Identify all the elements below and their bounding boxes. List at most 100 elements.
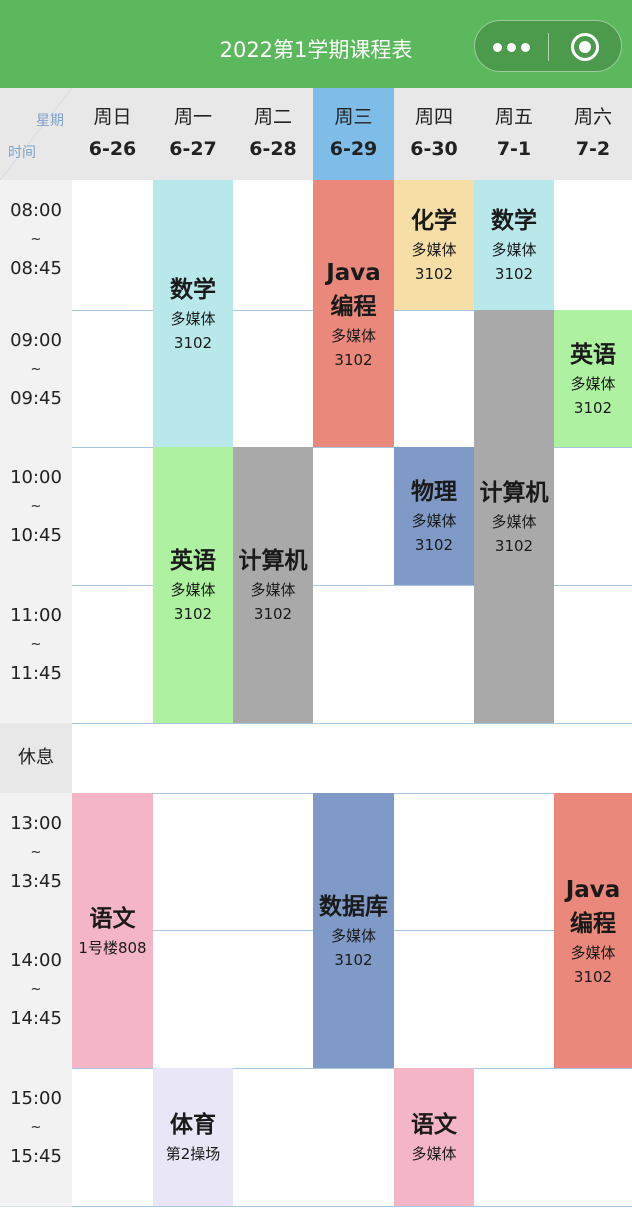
day-name: 周一	[173, 106, 212, 128]
period-separator: ~	[30, 845, 42, 860]
title-bar: 2022第1学期课程表	[0, 0, 632, 88]
course-name: 英语	[570, 341, 616, 368]
course-content: 英语多媒体 3102	[153, 544, 233, 626]
course-content: 计算机多媒体 3102	[233, 544, 313, 626]
period-end: 11:45	[10, 663, 62, 684]
capsule-divider	[548, 33, 549, 61]
course-card[interactable]: 数据库多媒体 3102	[313, 793, 394, 1068]
corner-header: 星期 时间	[0, 88, 72, 180]
period-end: 14:45	[10, 1008, 62, 1029]
day-header-1[interactable]: 周一 6-27	[153, 88, 233, 180]
course-content: 数学多媒体 3102	[474, 204, 554, 286]
period-separator: ~	[30, 499, 42, 514]
course-name: 物理	[411, 479, 457, 505]
course-name: 数学	[491, 208, 537, 234]
period-start: 09:00	[10, 330, 62, 351]
course-card[interactable]: 数学多媒体 3102	[474, 180, 554, 310]
course-content: 数学多媒体 3102	[153, 273, 233, 355]
row-divider	[72, 723, 632, 724]
course-card[interactable]: 化学 多媒体 3102	[394, 180, 474, 310]
period-separator: ~	[30, 982, 42, 997]
day-name: 周二	[253, 106, 292, 128]
course-content: 语文 1号楼808	[72, 902, 153, 960]
day-date: 6-26	[88, 138, 137, 160]
course-location: 多媒体 3102	[570, 943, 616, 986]
course-card[interactable]: 英语多媒体 3102	[153, 447, 233, 723]
course-card[interactable]: 计算机多媒体 3102	[233, 447, 313, 723]
day-name: 周五	[494, 106, 533, 128]
course-card[interactable]: 语文 1号楼808	[72, 793, 153, 1068]
period-start: 13:00	[10, 813, 62, 834]
course-location: 多媒体 3102	[330, 926, 376, 969]
course-name: 语文	[411, 1112, 457, 1138]
period-separator: ~	[30, 232, 42, 247]
more-dots-icon[interactable]	[493, 35, 533, 57]
course-card[interactable]: 英语多媒体 3102	[554, 310, 632, 447]
course-location: 多媒体 3102	[570, 374, 616, 417]
course-name: 英语	[170, 548, 216, 574]
day-date: 6-28	[249, 138, 297, 160]
day-header-6[interactable]: 周六 7-2	[554, 88, 632, 180]
period-time-7: 15:00 ~15:45	[0, 1068, 72, 1206]
period-end: 15:45	[10, 1146, 62, 1167]
target-close-icon[interactable]	[571, 33, 599, 61]
day-name: 周日	[93, 106, 132, 128]
period-start: 11:00	[10, 605, 62, 626]
course-name: Java编程	[565, 876, 621, 937]
course-name: Java编程	[326, 259, 381, 320]
course-content: 英语多媒体 3102	[554, 338, 632, 420]
day-date: 6-29	[329, 138, 378, 160]
course-content: 计算机 多媒体 3102	[474, 476, 554, 558]
period-start: 10:00	[10, 467, 62, 488]
day-header-3[interactable]: 周三 6-29	[313, 88, 394, 180]
course-name: 计算机	[479, 479, 549, 506]
course-name: 计算机	[238, 548, 308, 574]
course-location: 1号楼808	[78, 938, 147, 957]
day-header-0[interactable]: 周日 6-26	[72, 88, 153, 180]
period-time-5: 13:00 ~13:45	[0, 793, 72, 930]
course-card[interactable]: Java编程多媒体 3102	[554, 793, 632, 1068]
week-axis-label: 星期	[36, 113, 64, 129]
course-name: 语文	[89, 905, 136, 932]
day-header-4[interactable]: 周四 6-30	[394, 88, 474, 180]
period-end: 13:45	[10, 871, 62, 892]
day-name: 周四	[414, 106, 453, 128]
day-name: 周三	[334, 106, 373, 128]
time-axis-label: 时间	[8, 145, 36, 161]
day-date: 7-2	[575, 138, 611, 160]
course-location: 多媒体 3102	[411, 512, 457, 554]
course-content: 物理多媒体 3102	[394, 475, 474, 557]
course-location: 多媒体 3102	[411, 241, 457, 283]
period-end: 09:45	[10, 388, 62, 409]
course-card[interactable]: 数学多媒体 3102	[153, 180, 233, 447]
day-header-5[interactable]: 周五 7-1	[474, 88, 554, 180]
day-name: 周六	[573, 106, 612, 128]
period-time-0: 08:00 ~08:45	[0, 180, 72, 310]
course-location: 多媒体	[411, 1145, 457, 1163]
course-card[interactable]: 语文 多媒体	[394, 1068, 474, 1206]
period-separator: ~	[30, 637, 42, 652]
period-time-6: 14:00 ~14:45	[0, 930, 72, 1068]
course-card[interactable]: 物理多媒体 3102	[394, 447, 474, 585]
course-location: 多媒体 3102	[170, 309, 216, 352]
time-divider	[0, 1206, 72, 1207]
course-location: 多媒体 3102	[250, 581, 296, 623]
break-label: 休息	[0, 723, 72, 793]
course-location: 多媒体 3102	[491, 241, 537, 283]
period-separator: ~	[30, 362, 42, 377]
day-date: 7-1	[496, 138, 532, 160]
course-name: 数据库	[319, 893, 388, 920]
course-content: 语文 多媒体	[394, 1108, 474, 1166]
day-date: 6-27	[169, 138, 217, 160]
course-card[interactable]: 计算机 多媒体 3102	[474, 310, 554, 723]
course-content: 体育 第2操场	[153, 1108, 233, 1166]
course-card[interactable]: Java编程 多媒体 3102	[313, 180, 394, 447]
course-location: 多媒体 3102	[170, 581, 216, 623]
period-start: 14:00	[10, 950, 62, 971]
period-separator: ~	[30, 1120, 42, 1135]
course-card[interactable]: 体育 第2操场	[153, 1068, 233, 1206]
course-content: 化学 多媒体 3102	[394, 204, 474, 286]
course-content: 数据库多媒体 3102	[313, 890, 394, 972]
day-header-2[interactable]: 周二 6-28	[233, 88, 313, 180]
course-name: 数学	[170, 276, 216, 303]
